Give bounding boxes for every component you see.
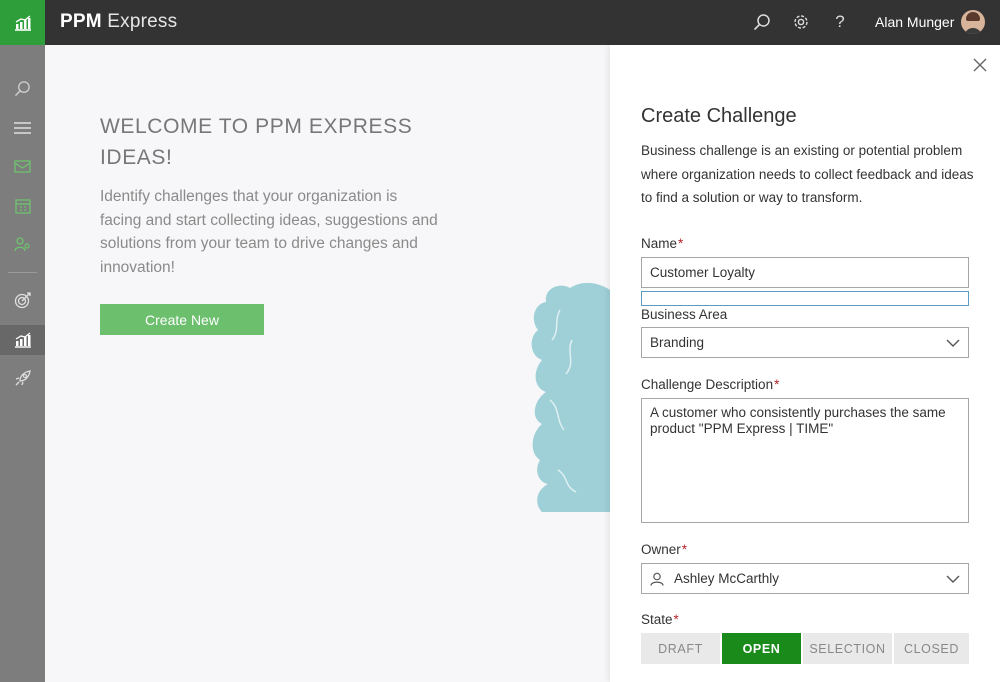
close-icon[interactable] [972,57,988,73]
users-icon[interactable] [0,229,45,259]
rail-search-icon[interactable] [0,73,45,103]
owner-label: Owner* [641,542,688,557]
create-new-button[interactable]: Create New [100,304,264,335]
challenge-description-label: Challenge Description* [641,377,780,392]
tree-illustration [531,282,610,512]
rail-divider [8,272,37,273]
target-icon[interactable] [0,285,45,315]
welcome-area: WELCOME TO PPM EXPRESS IDEAS! Identify c… [45,45,610,682]
welcome-title: WELCOME TO PPM EXPRESS IDEAS! [100,115,413,169]
name-label: Name* [641,236,684,251]
chart-icon[interactable] [0,325,45,355]
brand-name: PPM Express [60,11,178,32]
owner-value: Ashley McCarthly [674,571,780,586]
state-selector: DRAFT OPEN SELECTION CLOSED [641,633,969,664]
user-name[interactable]: Alan Munger [875,14,954,30]
required-mark: * [681,542,688,557]
avatar[interactable] [961,10,985,34]
chart-logo-icon [14,14,31,31]
state-draft-button[interactable]: DRAFT [641,633,720,664]
help-icon[interactable]: ? [829,11,851,33]
gear-icon[interactable] [790,11,812,33]
business-area-value: Branding [650,335,705,350]
app-logo[interactable] [0,0,45,45]
panel-description: Business challenge is an existing or pot… [641,143,974,205]
state-closed-button[interactable]: CLOSED [894,633,969,664]
required-mark: * [774,377,780,392]
top-bar: PPM Express ? Alan Munger [0,0,1000,45]
business-area-select[interactable]: Branding [641,327,969,358]
business-area-label: Business Area [641,307,728,322]
name-autocomplete-box[interactable] [641,291,969,306]
create-challenge-panel: Create Challenge Business challenge is a… [610,45,1000,682]
state-open-button[interactable]: OPEN [722,633,801,664]
state-selection-button[interactable]: SELECTION [803,633,892,664]
calendar-icon[interactable] [0,191,45,221]
required-mark: * [678,236,684,251]
menu-icon[interactable] [0,113,45,143]
left-rail [0,45,45,682]
welcome-text: Identify challenges that your organizati… [100,188,438,276]
chevron-down-icon[interactable] [946,336,960,350]
state-label: State* [641,612,679,627]
search-icon[interactable] [751,11,773,33]
name-input[interactable]: Customer Loyalty [641,257,969,288]
panel-title: Create Challenge [641,105,797,127]
challenge-description-textarea[interactable]: A customer who consistently purchases th… [641,398,969,523]
rocket-icon[interactable] [0,363,45,393]
person-icon [650,572,664,586]
owner-select[interactable]: Ashley McCarthly [641,563,969,594]
envelope-icon[interactable] [0,151,45,181]
required-mark: * [673,612,679,627]
chevron-down-icon[interactable] [946,572,960,586]
